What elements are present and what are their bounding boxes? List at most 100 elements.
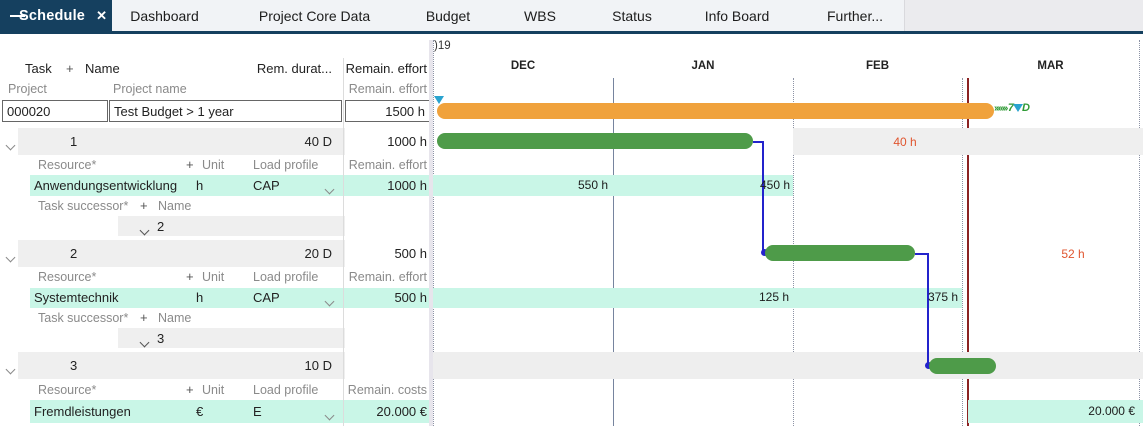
tab-bar: Schedule ✕ Dashboard Project Core Data B… bbox=[0, 0, 1143, 31]
dropdown-chevron-icon[interactable] bbox=[326, 293, 333, 308]
month-label-dec: DEC bbox=[433, 60, 613, 75]
task1-gantt-bar[interactable] bbox=[437, 133, 753, 149]
task2-overload-label: 52 h bbox=[1033, 247, 1113, 261]
tab-label: Further... bbox=[827, 8, 883, 24]
task-table: Task + Name Rem. durat... Remain. effort… bbox=[0, 34, 433, 426]
project-header-row: Project Project name Remain. effort bbox=[0, 80, 433, 99]
project-gantt-bar[interactable] bbox=[437, 103, 994, 119]
table-header-row: Task + Name Rem. durat... Remain. effort bbox=[0, 58, 433, 80]
tab-label: WBS bbox=[524, 8, 556, 24]
load-profile-header: Load profile bbox=[253, 270, 318, 284]
resource-name: Anwendungsentwicklung bbox=[34, 178, 177, 193]
dependency-connector-1-2 bbox=[753, 141, 764, 253]
successor-header: Task successor* bbox=[38, 311, 128, 325]
unit-header: Unit bbox=[202, 383, 224, 397]
col-task: Task bbox=[25, 61, 52, 76]
add-resource-button[interactable]: + bbox=[186, 269, 194, 284]
resource2-jan-value: 125 h bbox=[709, 290, 789, 304]
resource-header-row: Resource* + Unit Load profile Remain. ef… bbox=[0, 267, 433, 287]
resource-value: 500 h bbox=[394, 290, 427, 305]
add-resource-button[interactable]: + bbox=[186, 157, 194, 172]
resource-name: Systemtechnik bbox=[34, 290, 119, 305]
add-resource-button[interactable]: + bbox=[186, 382, 194, 397]
task3-gantt-band bbox=[433, 352, 1143, 379]
col-name: Name bbox=[85, 61, 120, 76]
add-successor-button[interactable]: + bbox=[140, 310, 148, 325]
dropdown-chevron-icon[interactable] bbox=[141, 334, 148, 349]
task-id: 3 bbox=[70, 358, 77, 373]
project-buffer-indicator: ››››››› 7 D bbox=[994, 101, 1030, 115]
rem-effort-header: Remain. effort bbox=[349, 270, 427, 284]
task1-gantt-band bbox=[793, 128, 1143, 155]
project-id-header: Project bbox=[8, 82, 47, 96]
resource-unit: € bbox=[196, 404, 203, 419]
task1-overload-label: 40 h bbox=[865, 135, 945, 149]
resource-unit: h bbox=[196, 290, 203, 305]
resource-header: Resource* bbox=[38, 383, 96, 397]
tab-schedule[interactable]: Schedule ✕ bbox=[0, 0, 112, 31]
tab-project-core-data[interactable]: Project Core Data bbox=[217, 0, 412, 31]
task-row-3[interactable]: 3 10 D bbox=[0, 352, 433, 379]
rem-effort-header: Remain. effort bbox=[349, 158, 427, 172]
collapse-chevron-icon[interactable] bbox=[7, 137, 14, 152]
tab-label: Status bbox=[612, 8, 652, 24]
resource-value: 20.000 € bbox=[376, 404, 427, 419]
resource-header-row: Resource* + Unit Load profile Remain. co… bbox=[0, 380, 433, 400]
month-label-jan: JAN bbox=[613, 60, 793, 75]
add-successor-button[interactable]: + bbox=[140, 198, 148, 213]
add-task-button[interactable]: + bbox=[66, 61, 74, 76]
task-effort: 500 h bbox=[394, 246, 427, 261]
task-row-1[interactable]: 1 40 D 1000 h bbox=[0, 128, 433, 155]
resource-unit: h bbox=[196, 178, 203, 193]
unit-header: Unit bbox=[202, 270, 224, 284]
resource-row-1[interactable]: Anwendungsentwicklung h CAP 1000 h bbox=[0, 175, 433, 196]
successor-row-band bbox=[118, 328, 345, 348]
rem-costs-header: Remain. costs bbox=[348, 383, 427, 397]
month-label-mar: MAR bbox=[962, 60, 1139, 75]
task-id: 2 bbox=[70, 246, 77, 261]
successor-row-2[interactable]: 3 bbox=[0, 328, 433, 348]
successor-id: 2 bbox=[157, 219, 164, 234]
dependency-connector-2-3 bbox=[915, 253, 929, 366]
project-effort-field[interactable]: 1500 h bbox=[345, 100, 430, 122]
year-label: )19 bbox=[434, 40, 451, 52]
load-profile-header: Load profile bbox=[253, 158, 318, 172]
successor-id: 3 bbox=[157, 331, 164, 346]
task-row-2[interactable]: 2 20 D 500 h bbox=[0, 240, 433, 267]
task-row-band bbox=[18, 352, 345, 379]
resource-row-2[interactable]: Systemtechnik h CAP 500 h bbox=[0, 288, 433, 308]
resource-header: Resource* bbox=[38, 158, 96, 172]
task-duration: 10 D bbox=[305, 358, 332, 373]
tab-wbs[interactable]: WBS bbox=[484, 0, 596, 31]
dropdown-chevron-icon[interactable] bbox=[326, 181, 333, 196]
project-name-field[interactable]: Test Budget > 1 year bbox=[109, 100, 342, 122]
tab-info-board[interactable]: Info Board bbox=[668, 0, 806, 31]
tab-label: Info Board bbox=[705, 8, 770, 24]
dropdown-chevron-icon[interactable] bbox=[141, 222, 148, 237]
buffer-arrows-icon: ››››››› bbox=[994, 103, 1007, 114]
close-icon[interactable]: ✕ bbox=[96, 8, 107, 24]
successor-header-row: Task successor* + Name bbox=[0, 308, 433, 328]
successor-row-1[interactable]: 2 bbox=[0, 216, 433, 236]
resource-row-3[interactable]: Fremdleistungen € E 20.000 € bbox=[0, 400, 433, 423]
tab-status[interactable]: Status bbox=[596, 0, 668, 31]
dropdown-chevron-icon[interactable] bbox=[326, 407, 333, 422]
tab-dashboard[interactable]: Dashboard bbox=[112, 0, 217, 31]
collapse-chevron-icon[interactable] bbox=[7, 249, 14, 264]
column-divider bbox=[343, 58, 344, 426]
project-id-field[interactable]: 000020 bbox=[2, 100, 108, 122]
unit-header: Unit bbox=[202, 158, 224, 172]
month-label-feb: FEB bbox=[793, 60, 962, 75]
resource-load-profile: E bbox=[253, 404, 262, 419]
collapse-chevron-icon[interactable] bbox=[7, 361, 14, 376]
active-tab-label: Schedule bbox=[19, 8, 85, 24]
task-duration: 40 D bbox=[305, 134, 332, 149]
tab-budget[interactable]: Budget bbox=[412, 0, 484, 31]
resource-value: 1000 h bbox=[387, 178, 427, 193]
tab-further[interactable]: Further... bbox=[806, 0, 904, 31]
successor-name-header: Name bbox=[158, 311, 191, 325]
successor-name-header: Name bbox=[158, 199, 191, 213]
resource-load-profile: CAP bbox=[253, 290, 280, 305]
task3-gantt-bar[interactable] bbox=[929, 358, 996, 374]
task2-gantt-bar[interactable] bbox=[765, 245, 915, 261]
